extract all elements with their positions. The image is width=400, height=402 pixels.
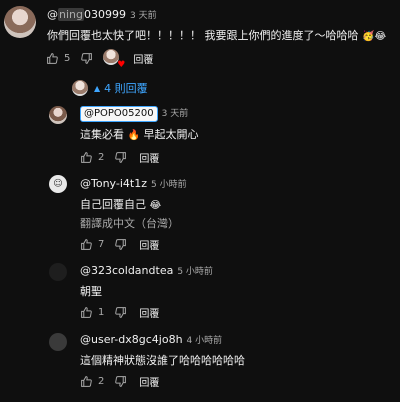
like-button[interactable] — [46, 52, 59, 65]
reply-author-chip[interactable]: @POPO05200 — [80, 106, 158, 122]
like-count: 2 — [98, 151, 105, 163]
creator-heart: ♥ — [103, 49, 125, 70]
heart-icon: ♥ — [117, 60, 126, 70]
thumbs-up-icon — [80, 151, 93, 164]
reply-avatar[interactable] — [49, 106, 67, 124]
dislike-button[interactable] — [80, 52, 93, 65]
creator-avatar — [72, 80, 88, 96]
reply-button[interactable]: 回覆 — [139, 237, 159, 252]
comment-emoji: 🥳😂 — [362, 31, 387, 42]
replies-count-label: 4 則回覆 — [104, 82, 148, 95]
thumbs-down-icon — [114, 238, 127, 251]
reply-button[interactable]: 回覆 — [139, 305, 159, 320]
like-button[interactable] — [80, 375, 93, 388]
comment-author[interactable]: @ning030999 3 天前 — [47, 8, 157, 21]
thumbs-up-icon — [80, 238, 93, 251]
reply-time[interactable]: 4 小時前 — [187, 336, 223, 346]
reply-actions: 2 回覆 — [80, 148, 159, 166]
reply-text: 這集必看 🔥 早起太開心 — [80, 128, 199, 141]
reply-author[interactable]: @Tony-i4t1z — [80, 177, 147, 190]
reply-author-row: @Tony-i4t1z 5 小時前 — [80, 177, 187, 190]
like-button[interactable] — [80, 238, 93, 251]
like-count: 5 — [64, 52, 71, 64]
like-count: 1 — [98, 306, 105, 318]
thumbs-down-icon — [80, 52, 93, 65]
thumbs-down-icon — [114, 151, 127, 164]
reply-button[interactable]: 回覆 — [139, 374, 159, 389]
dislike-button[interactable] — [114, 151, 127, 164]
thumbs-up-icon — [80, 375, 93, 388]
reply-button[interactable]: 回覆 — [139, 150, 159, 165]
like-button[interactable] — [80, 306, 93, 319]
sketch-face-icon: ☺ — [53, 179, 63, 189]
reply-avatar[interactable] — [49, 263, 67, 281]
reply-text: 這個精神狀態沒誰了哈哈哈哈哈哈 — [80, 354, 245, 367]
reply-author-row: @POPO05200 3 天前 — [80, 106, 188, 122]
dislike-button[interactable] — [114, 306, 127, 319]
fire-emoji: 🔥 — [127, 130, 140, 141]
dislike-button[interactable] — [114, 238, 127, 251]
reply-avatar[interactable]: ☺ — [49, 175, 67, 193]
thumbs-up-icon — [46, 52, 59, 65]
reply-author[interactable]: @323coldandtea — [80, 264, 173, 277]
reply-actions: 7 回覆 — [80, 235, 159, 253]
reply-actions: 2 回覆 — [80, 372, 159, 390]
reply-text: 朝聖 — [80, 285, 102, 298]
avatar[interactable] — [4, 6, 36, 38]
thumbs-down-icon — [114, 375, 127, 388]
reply-text: 自己回覆自己 😂 — [80, 198, 162, 211]
replies-toggle[interactable]: ▲ 4 則回覆 — [72, 80, 148, 96]
like-button[interactable] — [80, 151, 93, 164]
reply-avatar[interactable] — [49, 333, 67, 351]
caret-up-icon: ▲ — [94, 83, 101, 93]
reply-button[interactable]: 回覆 — [133, 51, 153, 66]
dislike-button[interactable] — [114, 375, 127, 388]
comment-time[interactable]: 3 天前 — [130, 11, 157, 21]
reply-time[interactable]: 5 小時前 — [151, 180, 187, 190]
reply-author[interactable]: @user-dx8gc4jo8h — [80, 333, 183, 346]
laugh-emoji: 😂 — [149, 200, 162, 211]
like-count: 7 — [98, 238, 105, 250]
reply-actions: 1 回覆 — [80, 303, 159, 321]
reply-time[interactable]: 5 小時前 — [177, 267, 213, 277]
translate-link[interactable]: 翻譯成中文（台灣） — [80, 215, 179, 231]
reply-author-row: @323coldandtea 5 小時前 — [80, 264, 213, 277]
like-count: 2 — [98, 375, 105, 387]
comment-text: 你們回覆也太快了吧！！！！！ 我要跟上你們的進度了～哈哈哈 🥳😂 — [47, 29, 387, 42]
reply-author-row: @user-dx8gc4jo8h 4 小時前 — [80, 333, 222, 346]
reply-time[interactable]: 3 天前 — [162, 109, 189, 119]
comment-actions: 5 ♥ 回覆 — [46, 49, 153, 70]
thumbs-up-icon — [80, 306, 93, 319]
thumbs-down-icon — [114, 306, 127, 319]
